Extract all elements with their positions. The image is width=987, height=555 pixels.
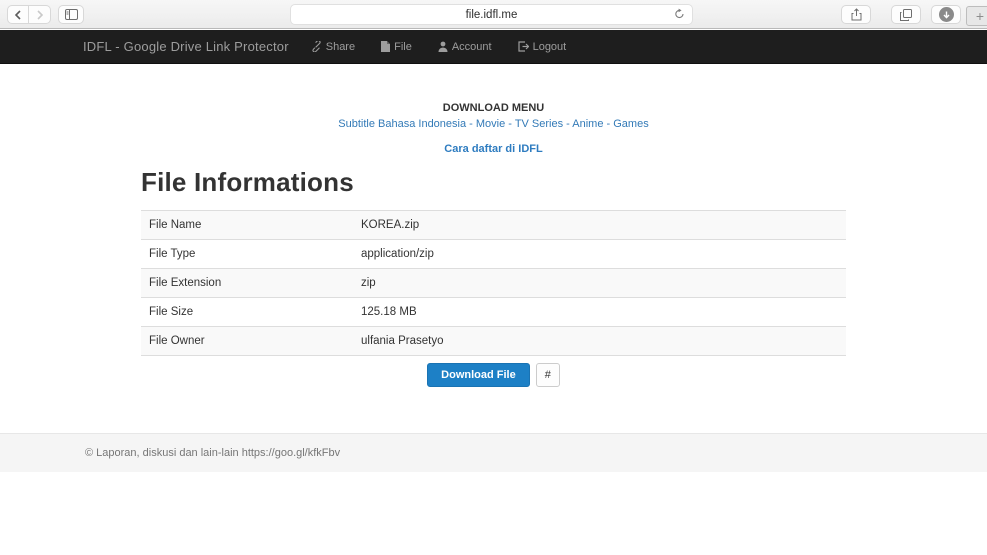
table-row: File Type application/zip [141,239,846,269]
site-navbar: IDFL - Google Drive Link Protector Share… [0,30,987,64]
row-value: application/zip [353,239,846,269]
link-anime[interactable]: Anime [572,118,603,130]
row-value: ulfania Prasetyo [353,326,846,356]
url-text: file.idfl.me [465,8,518,21]
table-row: File Extension zip [141,268,846,298]
logout-icon [517,41,529,52]
tab-overview-button[interactable] [891,5,921,24]
plus-icon: + [975,8,985,24]
file-icon [381,41,391,52]
register-link[interactable]: Cara daftar di IDFL [444,143,542,155]
link-icon [311,41,322,52]
row-label: File Name [141,210,353,240]
download-menu: DOWNLOAD MENU Subtitle Bahasa Indonesia … [0,102,987,155]
link-separator: - [505,118,515,130]
footer-text: © Laporan, diskusi dan lain-lain https:/… [85,447,341,459]
sidebar-icon [64,9,78,20]
download-progress-icon [938,7,954,22]
file-info-table: File Name KOREA.zip File Type applicatio… [141,210,846,356]
downloads-button[interactable] [931,5,961,24]
table-row: File Name KOREA.zip [141,210,846,240]
nav-item-label: Logout [532,40,567,53]
forward-button[interactable] [29,5,51,24]
nav-item-share[interactable]: Share [311,41,355,53]
new-tab-button[interactable]: + [966,6,987,26]
download-file-button[interactable]: Download File [427,363,530,387]
page-title: File Informations [141,167,354,197]
link-separator: - [466,118,476,130]
share-page-button[interactable] [841,5,871,24]
page-content: DOWNLOAD MENU Subtitle Bahasa Indonesia … [0,64,987,387]
hash-button[interactable]: # [535,363,560,387]
link-separator: - [563,118,573,130]
browser-toolbar: file.idfl.me + [0,0,987,29]
link-separator: - [603,118,614,130]
table-row: File Size 125.18 MB [141,297,846,327]
table-row: File Owner ulfania Prasetyo [141,326,846,356]
download-menu-links: Subtitle Bahasa Indonesia - Movie - TV S… [0,118,987,130]
link-games[interactable]: Games [613,118,648,130]
download-menu-title: DOWNLOAD MENU [442,102,545,114]
address-bar[interactable]: file.idfl.me [290,4,693,25]
sidebar-toggle-button[interactable] [58,5,84,24]
reload-icon[interactable] [674,8,685,23]
link-movie[interactable]: Movie [476,118,505,130]
row-label: File Type [141,239,353,269]
back-button[interactable] [7,5,29,24]
row-value: zip [353,268,846,298]
tabs-icon [900,8,912,21]
user-icon [438,41,448,52]
chevron-left-icon [14,9,22,20]
row-label: File Extension [141,268,353,298]
nav-item-label: File [394,40,412,53]
action-buttons: Download File # [0,363,987,387]
link-tv-series[interactable]: TV Series [515,118,563,130]
nav-item-label: Share [325,40,356,53]
row-label: File Owner [141,326,353,356]
brand-title[interactable]: IDFL - Google Drive Link Protector [83,39,289,54]
file-info-section: File Informations File Name KOREA.zip Fi… [141,167,846,387]
link-subtitle-bahasa-indonesia[interactable]: Subtitle Bahasa Indonesia [338,118,466,130]
share-icon [851,8,862,21]
nav-item-logout[interactable]: Logout [517,40,567,53]
row-label: File Size [141,297,353,327]
nav-item-file[interactable]: File [381,41,412,53]
nav-item-label: Account [451,40,492,53]
navbar-menu: Share File Account Logout [311,41,593,53]
page-footer: © Laporan, diskusi dan lain-lain https:/… [0,433,987,472]
row-value: KOREA.zip [353,210,846,240]
chevron-right-icon [36,9,44,20]
nav-item-account[interactable]: Account [438,41,492,53]
row-value: 125.18 MB [353,297,846,327]
